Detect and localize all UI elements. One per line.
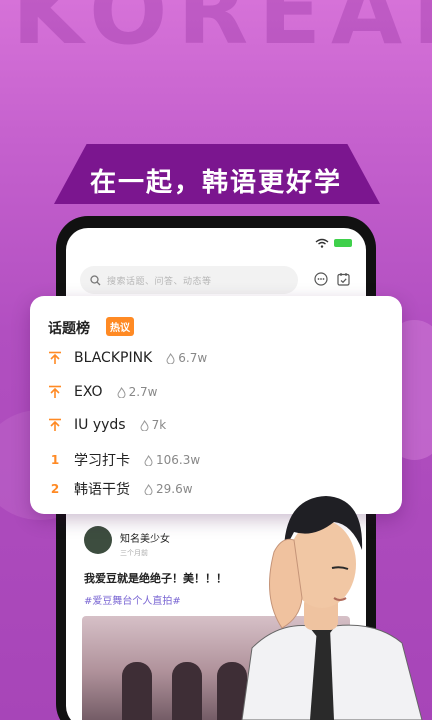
mascot-character-illustration	[241, 496, 423, 720]
topic-row[interactable]: BLACKPINK 6.7w	[48, 350, 207, 366]
topic-heat: 6.7w	[166, 351, 207, 365]
topic-row[interactable]: EXO 2.7w	[48, 384, 157, 400]
wifi-icon	[315, 238, 329, 248]
flame-icon	[144, 454, 153, 466]
search-placeholder: 搜索话题、问答、动态等	[107, 276, 212, 287]
topic-name: EXO	[74, 384, 103, 400]
post-text: 我爱豆就是绝绝子！美！！！	[84, 572, 227, 585]
rank-number: 1	[50, 453, 60, 467]
post-time: 三个月前	[120, 549, 148, 557]
topic-heat-value: 6.7w	[178, 351, 208, 365]
battery-icon	[334, 239, 352, 247]
post-author[interactable]: 知名美少女	[120, 530, 170, 545]
topic-name: 学习打卡	[74, 453, 130, 469]
topic-name: 韩语干货	[74, 482, 130, 498]
background-watermark: KOREAN	[12, 0, 432, 65]
calendar-checkin-icon[interactable]	[337, 272, 350, 286]
rank-number: 2	[50, 482, 60, 496]
topic-heat-value: 7k	[151, 418, 167, 432]
topic-row[interactable]: 1 学习打卡 106.3w	[48, 450, 200, 470]
topic-heat: 7k	[140, 418, 167, 432]
post-tag[interactable]: #爱豆舞台个人直拍#	[84, 592, 181, 607]
avatar[interactable]	[84, 526, 112, 554]
topic-row[interactable]: 2 韩语干货 29.6w	[48, 479, 193, 499]
topic-heat-value: 106.3w	[156, 453, 201, 467]
topic-heat: 106.3w	[144, 453, 200, 467]
flame-icon	[117, 386, 126, 398]
topic-name: BLACKPINK	[74, 350, 153, 366]
topic-heat: 29.6w	[144, 482, 193, 496]
topic-row[interactable]: IU yyds 7k	[48, 417, 166, 433]
image-figure	[172, 662, 202, 720]
arrow-up-icon	[49, 418, 61, 431]
arrow-up-icon	[49, 385, 61, 398]
hot-badge: 热议	[106, 317, 134, 336]
topic-name: IU yyds	[74, 417, 126, 433]
search-icon	[90, 274, 101, 285]
search-input[interactable]: 搜索话题、问答、动态等	[80, 266, 298, 294]
flame-icon	[140, 419, 149, 431]
topic-heat-value: 2.7w	[128, 385, 158, 399]
flame-icon	[166, 352, 175, 364]
slogan-text: 在一起，韩语更好学	[89, 168, 342, 198]
topic-heat: 2.7w	[117, 385, 158, 399]
flame-icon	[144, 483, 153, 495]
message-icon[interactable]	[314, 272, 328, 286]
card-title: 话题榜	[48, 321, 90, 337]
topic-heat-value: 29.6w	[156, 482, 193, 496]
status-bar	[315, 238, 352, 248]
image-figure	[122, 662, 152, 720]
arrow-up-icon	[49, 351, 61, 364]
